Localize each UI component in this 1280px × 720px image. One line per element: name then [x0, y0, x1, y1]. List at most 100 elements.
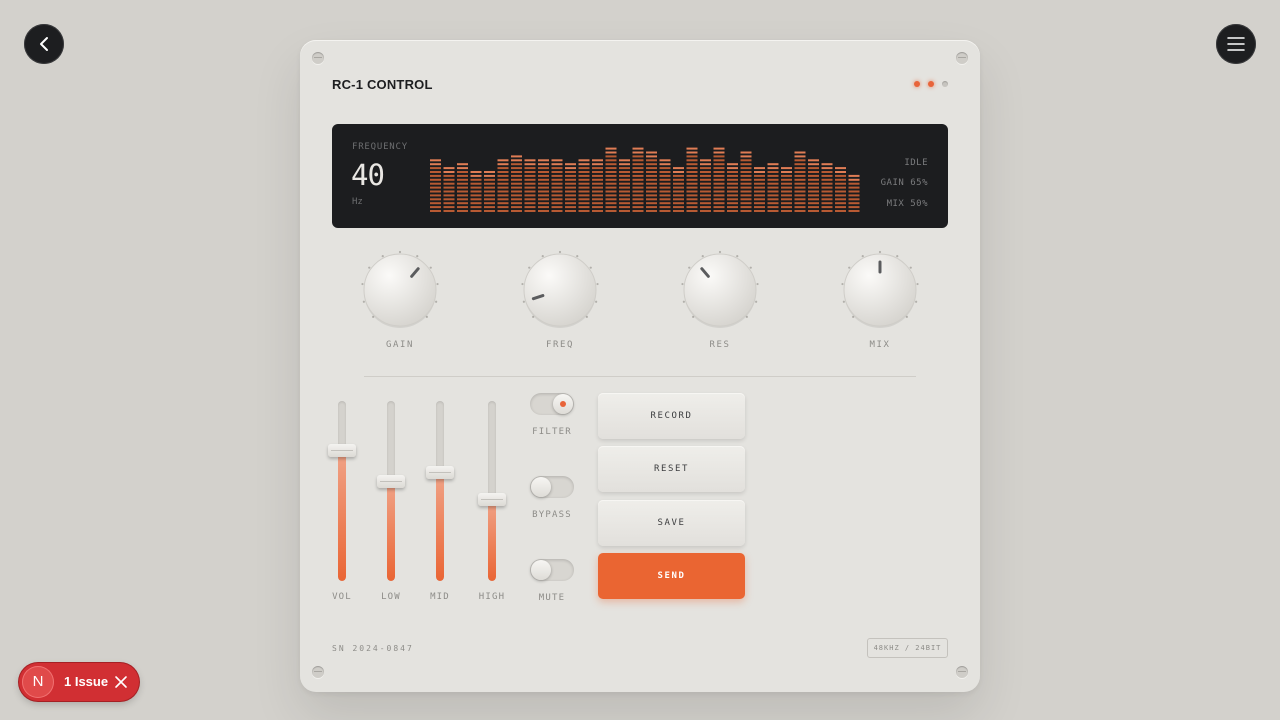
spectrum-segment — [497, 202, 509, 205]
vol-fader-thumb[interactable] — [328, 444, 356, 458]
close-icon[interactable] — [113, 674, 129, 690]
spectrum-segment — [551, 182, 563, 185]
knob-body[interactable] — [683, 253, 757, 327]
spectrum-segment — [497, 210, 509, 212]
back-button[interactable] — [24, 24, 64, 64]
spectrum-segment — [430, 194, 441, 197]
spectrum-segment — [592, 178, 603, 181]
save-button[interactable]: SAVE — [598, 500, 745, 546]
knob-tick — [528, 266, 531, 269]
spectrum-segment — [632, 167, 644, 170]
spectrum-segment — [457, 206, 468, 209]
spectrum-segment — [700, 163, 711, 166]
spectrum-segment — [794, 194, 806, 197]
spectrum-segment — [781, 198, 792, 201]
spectrum-segment — [632, 147, 644, 150]
mid-fader-thumb[interactable] — [426, 466, 454, 479]
vol-fader-track[interactable] — [338, 401, 346, 581]
filter-toggle[interactable] — [530, 393, 574, 415]
spectrum-segment — [659, 171, 671, 173]
spectrum-segment — [443, 198, 455, 201]
mid-fader-track[interactable] — [436, 401, 444, 581]
spectrum-segment — [821, 174, 833, 177]
issue-badge[interactable]: N 1 Issue — [19, 663, 139, 701]
spectrum-segment — [835, 198, 846, 201]
spectrum-segment — [713, 147, 725, 150]
spectrum-segment — [497, 182, 509, 185]
spectrum-segment — [659, 210, 671, 212]
spectrum-segment — [646, 182, 657, 185]
menu-button[interactable] — [1216, 24, 1256, 64]
spectrum-segment — [767, 182, 779, 185]
spectrum-segment — [484, 202, 495, 205]
spectrum-segment — [484, 174, 495, 177]
spectrum-segment — [646, 151, 657, 154]
spectrum-segment — [524, 206, 536, 209]
spectrum-segment — [713, 202, 725, 205]
res-knob[interactable] — [680, 250, 760, 354]
low-fader-thumb[interactable] — [377, 475, 405, 488]
next-logo-icon: N — [22, 666, 54, 698]
spectrum-segment — [443, 210, 455, 212]
hamburger-menu-icon — [1227, 37, 1245, 51]
spectrum-segment — [443, 171, 455, 173]
gain-knob[interactable] — [360, 250, 440, 354]
spectrum-segment — [673, 182, 684, 185]
reset-button[interactable]: RESET — [598, 446, 745, 492]
section-divider — [364, 376, 916, 377]
spectrum-segment — [632, 174, 644, 177]
spectrum-segment — [767, 190, 779, 193]
spectrum-segment — [484, 186, 495, 189]
knob-tick — [755, 300, 758, 303]
chevron-left-icon — [40, 37, 48, 51]
knob-tick — [416, 255, 419, 258]
record-button[interactable]: RECORD — [598, 393, 745, 439]
spectrum-segment — [727, 194, 738, 197]
spectrum-segment — [700, 190, 711, 193]
spectrum-segment — [565, 190, 576, 193]
spectrum-segment — [808, 206, 819, 209]
spectrum-segment — [605, 151, 617, 154]
freq-knob[interactable] — [520, 250, 600, 354]
knob-tick — [878, 250, 882, 254]
spectrum-segment — [767, 194, 779, 197]
bypass-toggle[interactable] — [530, 476, 574, 498]
spectrum-segment — [673, 194, 684, 197]
high-fader-thumb[interactable] — [478, 493, 506, 506]
spectrum-segment — [430, 178, 441, 181]
spectrum-segment — [457, 182, 468, 185]
spectrum-segment — [808, 198, 819, 201]
spectrum-segment — [484, 190, 495, 193]
spectrum-segment — [578, 194, 590, 197]
spectrum-segment — [511, 190, 522, 193]
spectrum-segment — [835, 174, 846, 177]
spectrum-segment — [632, 159, 644, 162]
spectrum-segment — [659, 194, 671, 197]
spectrum-segment — [848, 186, 860, 189]
high-fader-track[interactable] — [488, 401, 496, 581]
spectrum-segment — [794, 159, 806, 162]
spectrum-segment — [511, 178, 522, 181]
spectrum-segment — [592, 186, 603, 189]
knob-body[interactable] — [523, 253, 597, 327]
spectrum-segment — [457, 210, 468, 212]
spectrum-segment — [727, 174, 738, 177]
spectrum-segment — [686, 159, 698, 162]
spectrum-segment — [538, 174, 549, 177]
spectrum-segment — [538, 206, 549, 209]
spectrum-segment — [619, 190, 630, 193]
send-button[interactable]: SEND — [598, 553, 745, 599]
spectrum-segment — [727, 182, 738, 185]
spectrum-segment — [821, 198, 833, 201]
spectrum-segment — [808, 174, 819, 177]
spectrum-segment — [821, 171, 833, 173]
spectrum-segment — [848, 210, 860, 212]
mix-knob[interactable] — [840, 250, 920, 354]
low-fader-track[interactable] — [387, 401, 395, 581]
control-device-panel: RC-1 CONTROL FREQUENCY 40 Hz IDLE GAIN 6… — [300, 40, 980, 692]
knob-body[interactable] — [363, 253, 437, 327]
spectrum-segment — [592, 171, 603, 173]
knob-tick — [916, 282, 919, 286]
spectrum-segment — [808, 194, 819, 197]
mute-toggle[interactable] — [530, 559, 574, 581]
